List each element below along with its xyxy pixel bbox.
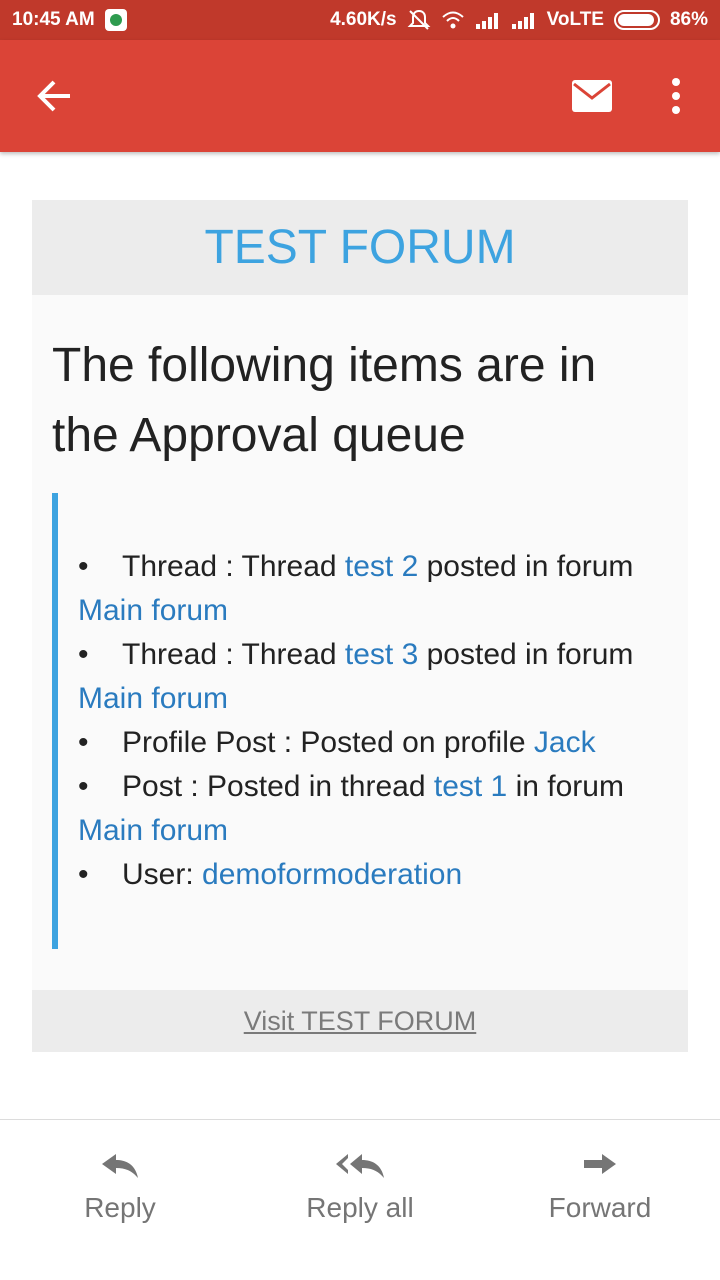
battery-level: 86% xyxy=(669,9,708,30)
queue-item: Profile Post : Posted on profile Jack xyxy=(78,721,668,765)
net-speed: 4.60K/s xyxy=(330,9,397,30)
thread-link[interactable]: test 3 xyxy=(345,638,418,671)
visit-forum-link[interactable]: Visit TEST FORUM xyxy=(244,1006,477,1037)
profile-link[interactable]: Jack xyxy=(534,726,596,759)
email-heading: The following items are in the Approval … xyxy=(52,339,597,462)
wifi-icon xyxy=(441,11,464,29)
back-arrow-icon[interactable] xyxy=(30,74,78,118)
forum-header: TEST FORUM xyxy=(32,200,688,295)
status-time: 10:45 AM xyxy=(12,9,95,30)
forum-link[interactable]: Main forum xyxy=(78,594,228,627)
approval-queue-block: Thread : Thread test 2 posted in forum M… xyxy=(52,493,672,949)
mail-icon[interactable] xyxy=(570,78,614,114)
reply-all-icon xyxy=(336,1154,384,1178)
forum-link[interactable]: Main forum xyxy=(78,682,228,715)
email-content: The following items are in the Approval … xyxy=(32,295,688,990)
reply-label: Reply xyxy=(84,1192,156,1223)
queue-item: User: demoformoderation xyxy=(78,853,668,897)
battery-icon xyxy=(613,10,660,30)
more-vert-icon[interactable] xyxy=(662,74,690,118)
email-footer: Visit TEST FORUM xyxy=(32,990,688,1052)
status-bar: 10:45 AM 4.60K/s VoLTE 86% xyxy=(0,0,720,40)
thread-link[interactable]: test 1 xyxy=(434,770,507,803)
action-bar: Reply Reply all Forward xyxy=(0,1119,720,1280)
reply-all-button[interactable]: Reply all xyxy=(260,1150,460,1250)
mute-bell-icon xyxy=(407,9,431,30)
thread-link[interactable]: test 2 xyxy=(345,550,418,583)
user-link[interactable]: demoformoderation xyxy=(202,858,462,891)
forum-title: TEST FORUM xyxy=(204,221,516,274)
signal-icon-1 xyxy=(475,13,498,29)
reply-all-label: Reply all xyxy=(306,1192,414,1223)
network-type: VoLTE xyxy=(546,9,604,30)
reply-icon xyxy=(102,1154,138,1178)
reply-button[interactable]: Reply xyxy=(20,1150,220,1250)
forward-button[interactable]: Forward xyxy=(500,1150,700,1250)
forward-icon xyxy=(584,1154,616,1174)
forward-label: Forward xyxy=(548,1192,652,1223)
signal-icon-2 xyxy=(511,13,534,29)
forum-link[interactable]: Main forum xyxy=(78,814,228,847)
app-bar xyxy=(0,40,720,152)
approval-queue-list: Thread : Thread test 2 posted in forum M… xyxy=(78,545,668,897)
queue-item: Thread : Thread test 2 posted in forum M… xyxy=(78,545,668,633)
queue-item: Thread : Thread test 3 posted in forum M… xyxy=(78,633,668,721)
queue-item: Post : Posted in thread test 1 in forum … xyxy=(78,765,668,853)
app-notification-icon xyxy=(104,9,127,31)
